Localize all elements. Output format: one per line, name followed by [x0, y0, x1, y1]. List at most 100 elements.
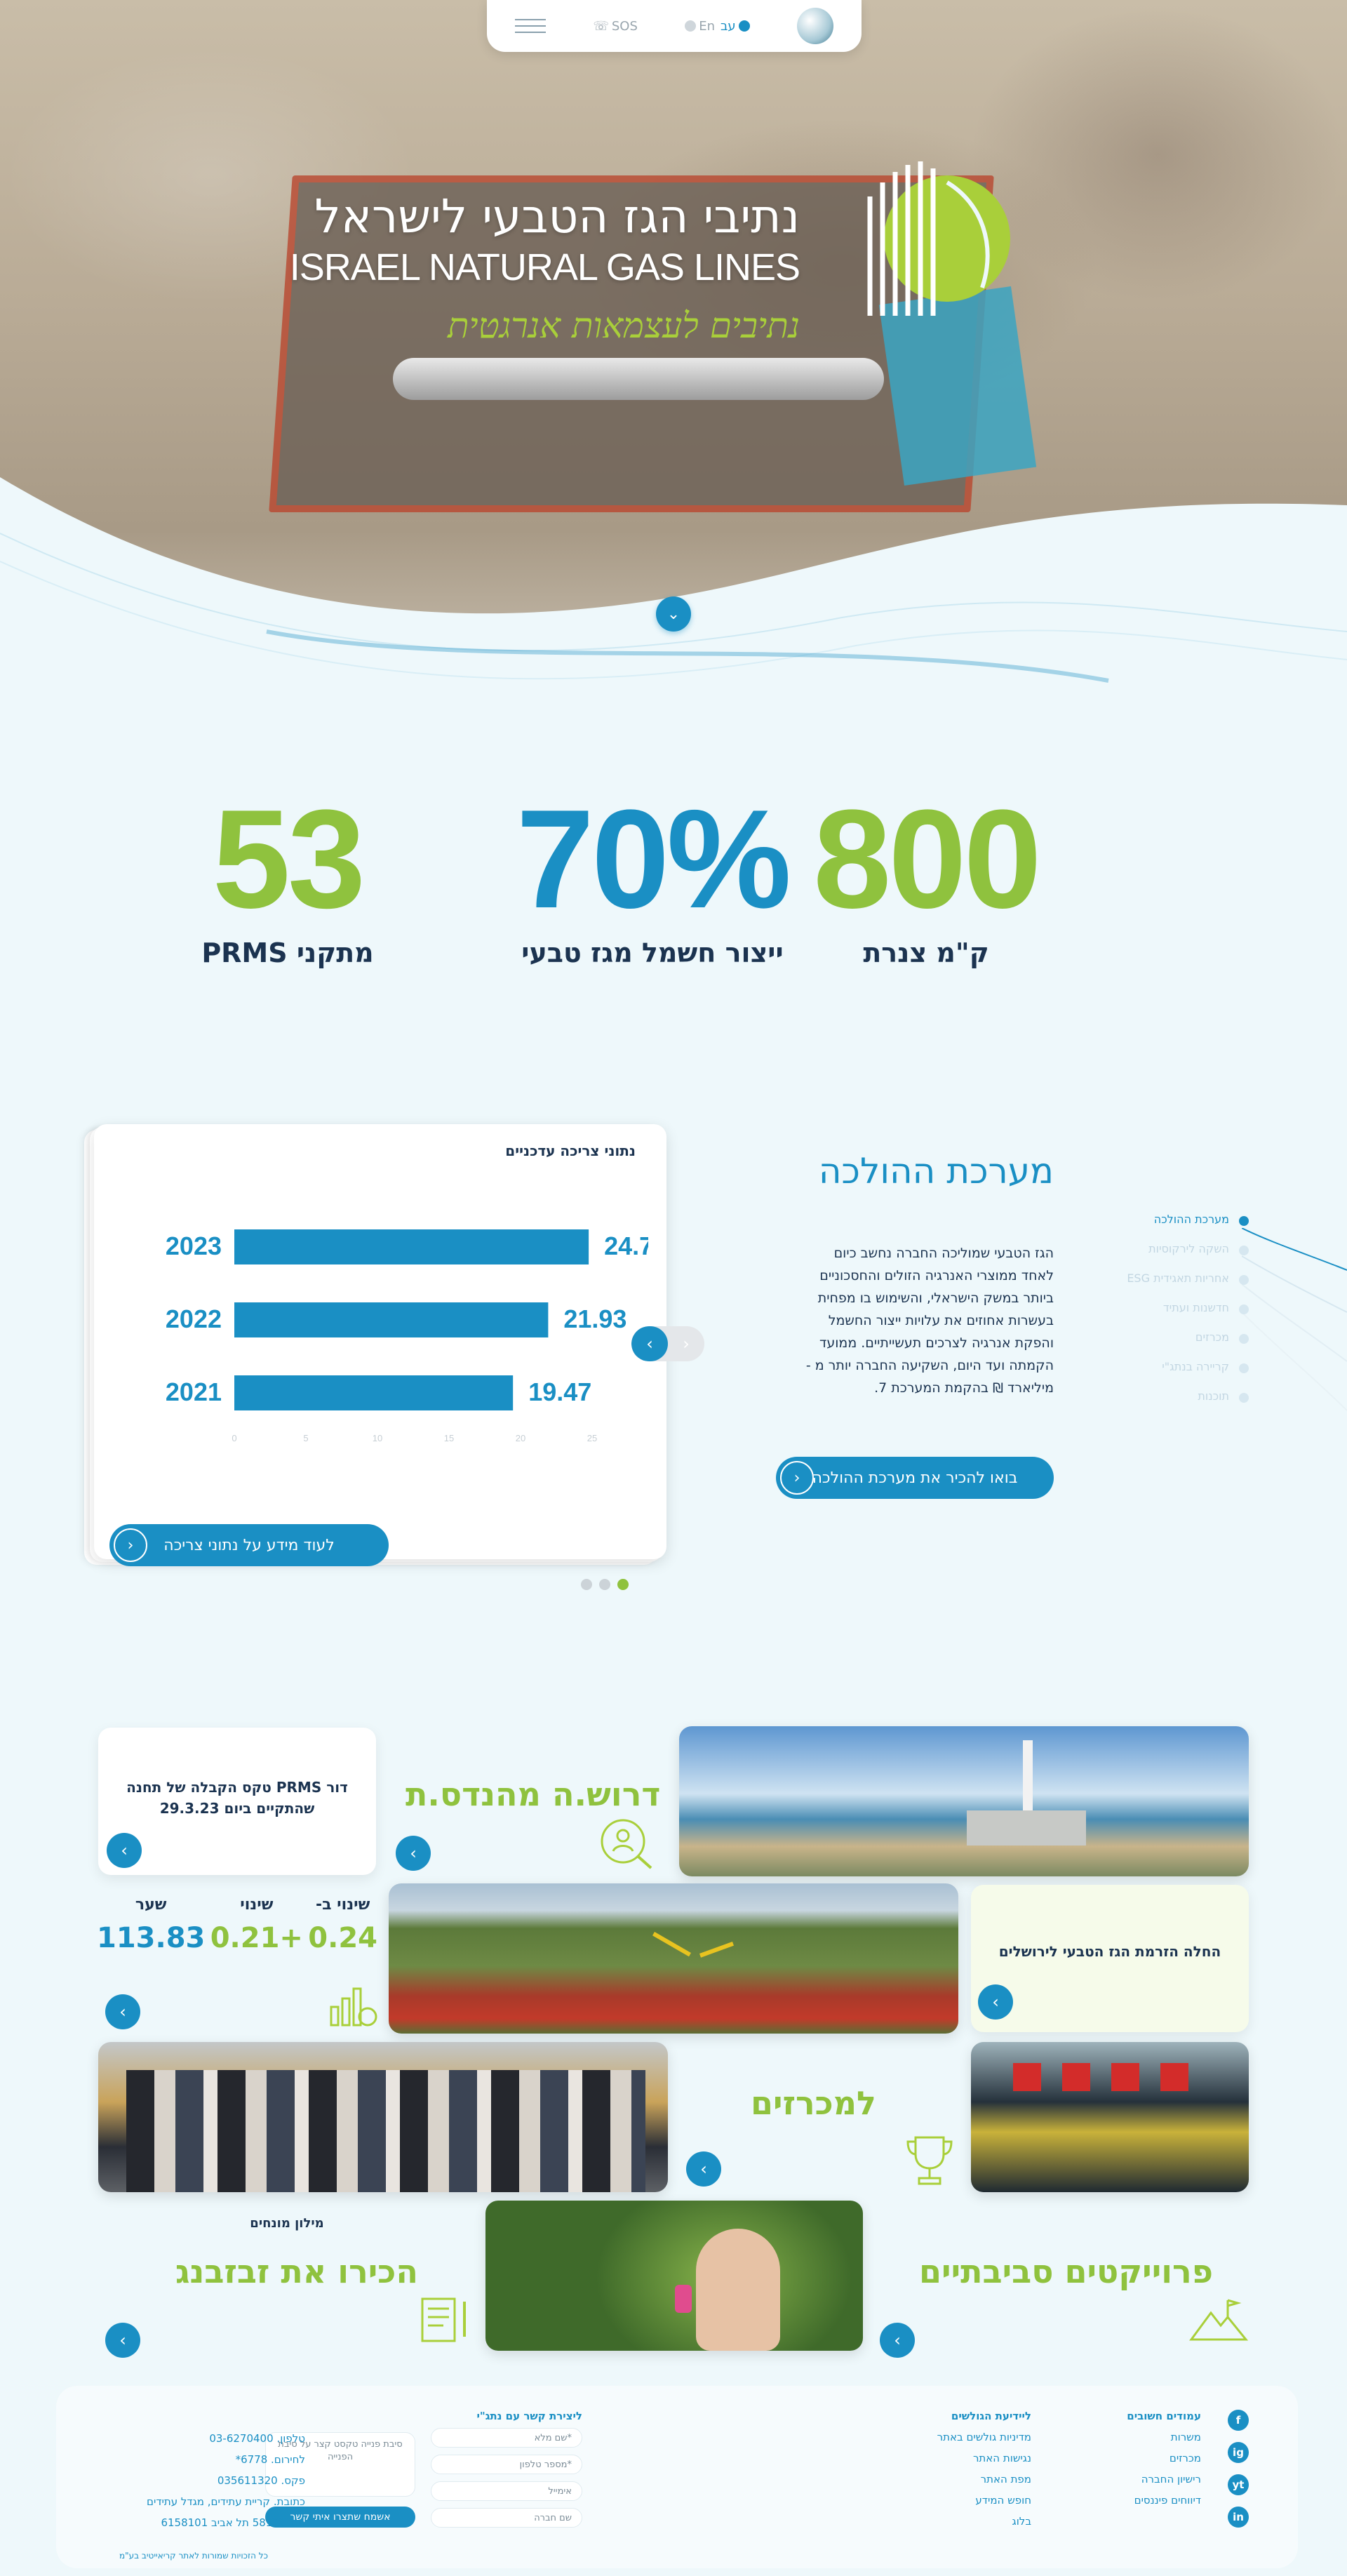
stat-label: ייצור חשמל מגז טבעי — [521, 937, 784, 968]
footer-link[interactable]: מכרזים — [1089, 2452, 1201, 2464]
footer-important-pages: עמודים חשובים משרות מכרזים רישיון החברה … — [1089, 2410, 1201, 2515]
chart-title: נתוני צריכה עדכניים — [505, 1142, 636, 1159]
consumption-bar-chart: 2023 24.76 2022 21.93 2021 19.47 0 5 10 15 20 25 — [166, 1229, 648, 1443]
chevron-down-icon: ⌄ — [666, 605, 681, 623]
document-pen-icon — [421, 2297, 466, 2342]
slider-dots — [581, 1579, 629, 1590]
consumption-more-button[interactable]: ‹ לעוד מידע על נתוני צריכה — [109, 1524, 389, 1566]
stock-change-value: +0.21 — [210, 1922, 303, 1954]
gas-pipeline-field-photo — [389, 1883, 958, 2034]
sos-button[interactable]: ☏ SOS — [593, 19, 638, 34]
chevron-left-icon[interactable]: ‹ — [105, 2323, 140, 2358]
side-nav-item[interactable]: מכרזים — [1066, 1330, 1249, 1360]
env-projects-title[interactable]: פרוייקטים סביבתיים — [919, 2253, 1213, 2290]
form-title: ליצירת קשר עם נתג"י — [476, 2410, 582, 2422]
stock-pct-label: שינוי ב- — [315, 1896, 370, 1914]
footer-link[interactable]: מדיניות גולשים באתר — [891, 2431, 1031, 2443]
stock-change: שינוי +0.21 — [210, 1896, 303, 1973]
linkedin-icon[interactable]: in — [1228, 2507, 1249, 2528]
brand-tagline: נתיבים לעצמאות אנרגטית — [447, 305, 800, 346]
chevron-left-icon[interactable]: ‹ — [880, 2323, 915, 2358]
excavator-shape — [634, 1932, 691, 1989]
zevzevang-title[interactable]: הכירו את זבזבנג — [175, 2253, 418, 2290]
side-nav-item[interactable]: אחריות תאגידית ESG — [1066, 1272, 1249, 1301]
stock-pct-value: 0.24 — [308, 1922, 377, 1954]
stat-prms: 53 מתקני PRMS — [105, 786, 470, 969]
jerusalem-news-tile[interactable]: החלה הזרמת הגז הטבעי לירושלים ‹ — [971, 1885, 1249, 2032]
prms-news-tile[interactable]: דור PRMS טקס הקבלה של תחנה שהתקיים ביום … — [98, 1728, 376, 1875]
youtube-icon[interactable]: yt — [1228, 2474, 1249, 2495]
slider-dot-active[interactable] — [617, 1579, 629, 1590]
footer-link[interactable]: נגישות האתר — [891, 2452, 1031, 2464]
side-nav-item[interactable]: תוכנות — [1066, 1389, 1249, 1419]
chevron-left-icon[interactable]: ‹ — [396, 1836, 431, 1871]
instagram-icon[interactable]: ig — [1228, 2442, 1249, 2463]
footer: f ig yt in עמודים חשובים משרות מכרזים רי… — [56, 2386, 1298, 2568]
glossary-label[interactable]: מילון מונחים — [248, 2216, 326, 2231]
transmission-button[interactable]: ‹ בואו להכיר את מערכת ההולכה — [776, 1457, 1054, 1499]
people-search-icon — [601, 1819, 652, 1869]
slider-dot[interactable] — [581, 1579, 592, 1590]
chart-bar — [234, 1375, 514, 1410]
stock-rate: שער 113.83 — [97, 1896, 205, 1973]
prms-news-text: דור PRMS טקס הקבלה של תחנה שהתקיים ביום … — [126, 1779, 348, 1817]
social-links: f ig yt in — [1228, 2410, 1250, 2528]
child-shape — [696, 2229, 780, 2351]
footer-link[interactable]: רישיון החברה — [1089, 2473, 1201, 2485]
contact-fax: פקס. 035611320 — [217, 2474, 305, 2487]
side-nav-item[interactable]: חדשנות ועתיד — [1066, 1301, 1249, 1330]
jerusalem-news-text: החלה הזרמת הגז הטבעי לירושלים — [998, 1943, 1221, 1960]
chevron-right-icon[interactable]: › — [668, 1326, 704, 1361]
facebook-icon[interactable]: f — [1228, 2410, 1249, 2431]
footer-link[interactable]: חופש המידע — [891, 2494, 1031, 2507]
name-field[interactable]: *שם מלא — [431, 2428, 582, 2448]
phone-field[interactable]: *מספר טלפון — [431, 2455, 582, 2474]
chevron-left-icon: ‹ — [114, 1528, 147, 1562]
transmission-title: מערכת ההולכה — [818, 1151, 1054, 1192]
footer-link[interactable]: בלוג — [891, 2515, 1031, 2528]
chevron-left-icon[interactable]: ‹ — [105, 1994, 140, 2029]
company-field[interactable]: שם חברה — [431, 2508, 582, 2528]
lang-he-option[interactable]: עב — [721, 19, 750, 34]
phone-icon: ☏ — [593, 18, 609, 34]
side-nav-item[interactable]: קריירה בנתג"י — [1066, 1360, 1249, 1389]
footer-link[interactable]: משרות — [1089, 2431, 1201, 2443]
contact-phone[interactable]: טלפון. 03-6270400 — [123, 2428, 305, 2449]
email-field[interactable]: אימייל — [431, 2481, 582, 2501]
lang-he-label: עב — [720, 18, 736, 34]
chevron-left-icon[interactable]: ‹ — [686, 2151, 721, 2187]
chevron-left-icon[interactable]: ‹ — [107, 1833, 142, 1868]
chevron-left-icon[interactable]: ‹ — [631, 1326, 668, 1361]
transmission-button-label: בואו להכיר את מערכת ההולכה — [812, 1469, 1018, 1487]
copyright-text: כל הזכויות שמורות לאתר קריאייטיב בע"מ — [119, 2551, 268, 2561]
footer-link[interactable]: מפת האתר — [891, 2473, 1031, 2485]
radio-icon — [685, 20, 697, 32]
slider-dot[interactable] — [599, 1579, 610, 1590]
footer-col-title: ליידיעת הגולשים — [951, 2410, 1031, 2422]
side-nav-curve — [1242, 1228, 1347, 1411]
side-nav-item[interactable]: השקה לירקוסיות — [1066, 1242, 1249, 1272]
lang-en-option[interactable]: En — [685, 19, 715, 34]
slider-pager[interactable]: ‹ › — [631, 1326, 704, 1361]
stock-rate-value: 113.83 — [97, 1922, 206, 1954]
hamburger-menu-icon[interactable] — [515, 19, 546, 33]
helmets-shape — [1013, 2063, 1209, 2091]
side-nav-item[interactable]: מערכת ההולכה — [1066, 1213, 1249, 1242]
chart-tick-label: 25 — [587, 1433, 597, 1443]
brand-english: ISRAEL NATURAL GAS LINES — [289, 246, 800, 288]
scroll-down-button[interactable]: ⌄ — [656, 596, 691, 632]
chevron-left-icon[interactable]: ‹ — [978, 1984, 1013, 2020]
transmission-text: הגז הטבעי שמוליכה החברה נחשב כיום לאחד מ… — [805, 1246, 1054, 1396]
stat-electricity: 70% ייצור חשמל מגז טבעי — [470, 786, 835, 969]
footer-col-title: עמודים חשובים — [1127, 2410, 1201, 2422]
mountain-flag-icon — [1189, 2299, 1249, 2341]
footer-link[interactable]: דיווחים פיננסים — [1089, 2494, 1201, 2507]
tenders-title[interactable]: למכרזים — [751, 2084, 876, 2122]
logo-icon[interactable] — [797, 8, 833, 44]
feature-grid: דור PRMS טקס הקבלה של תחנה שהתקיים ביום … — [0, 1712, 1347, 2372]
transmission-section: נתוני צריכה עדכניים 202324.76202221.9320… — [0, 1109, 1347, 1614]
engineer-title[interactable]: דרוש.ה מהנדס.ת — [406, 1775, 660, 1813]
chart-tick-label: 0 — [232, 1433, 236, 1443]
trophy-icon — [906, 2136, 953, 2185]
chart-value-label: 19.47 — [528, 1377, 591, 1406]
